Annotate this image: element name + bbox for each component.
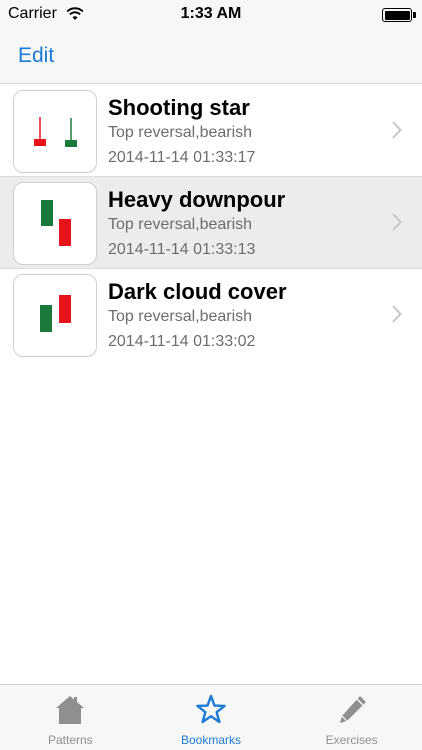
battery-tip xyxy=(413,12,416,18)
heavy-downpour-pattern-icon xyxy=(13,182,97,265)
house-icon xyxy=(56,696,85,724)
bookmark-date: 2014-11-14 01:33:13 xyxy=(108,241,256,258)
battery-icon xyxy=(382,8,412,22)
navigation-bar: Edit xyxy=(0,30,422,84)
bookmark-title: Shooting star xyxy=(108,95,250,120)
chevron-right-icon xyxy=(392,121,402,139)
star-icon xyxy=(196,694,226,724)
status-bar: Carrier 1:33 AM xyxy=(0,0,422,30)
shooting-star-pattern-icon xyxy=(13,90,97,173)
bookmark-date: 2014-11-14 01:33:02 xyxy=(108,333,256,350)
bookmark-subtitle: Top reversal,bearish xyxy=(108,216,253,233)
bookmark-subtitle: Top reversal,bearish xyxy=(108,124,253,141)
bookmark-list: Shooting star Top reversal,bearish 2014-… xyxy=(0,85,422,361)
bookmark-row-shooting-star[interactable]: Shooting star Top reversal,bearish 2014-… xyxy=(0,85,422,177)
chevron-right-icon xyxy=(392,305,402,323)
tab-label-bookmarks: Bookmarks xyxy=(180,733,242,747)
dark-cloud-cover-pattern-icon xyxy=(13,274,97,357)
bookmark-subtitle: Top reversal,bearish xyxy=(108,308,253,325)
chevron-right-icon xyxy=(392,213,402,231)
pencil-icon xyxy=(339,696,366,723)
tab-bookmarks[interactable]: Bookmarks xyxy=(141,685,282,750)
bookmark-title: Heavy downpour xyxy=(108,187,286,212)
tab-label-patterns: Patterns xyxy=(47,733,93,747)
tab-label-exercises: Exercises xyxy=(325,733,378,747)
bookmark-date: 2014-11-14 01:33:17 xyxy=(108,149,256,166)
tab-bar: Patterns Bookmarks Exercises xyxy=(0,684,422,750)
tab-exercises[interactable]: Exercises xyxy=(281,685,422,750)
edit-button[interactable]: Edit xyxy=(18,44,54,68)
bookmark-row-heavy-downpour[interactable]: Heavy downpour Top reversal,bearish 2014… xyxy=(0,177,422,269)
bookmark-row-dark-cloud-cover[interactable]: Dark cloud cover Top reversal,bearish 20… xyxy=(0,269,422,361)
bookmark-title: Dark cloud cover xyxy=(108,279,287,304)
status-time: 1:33 AM xyxy=(180,5,242,22)
tab-patterns[interactable]: Patterns xyxy=(0,685,141,750)
